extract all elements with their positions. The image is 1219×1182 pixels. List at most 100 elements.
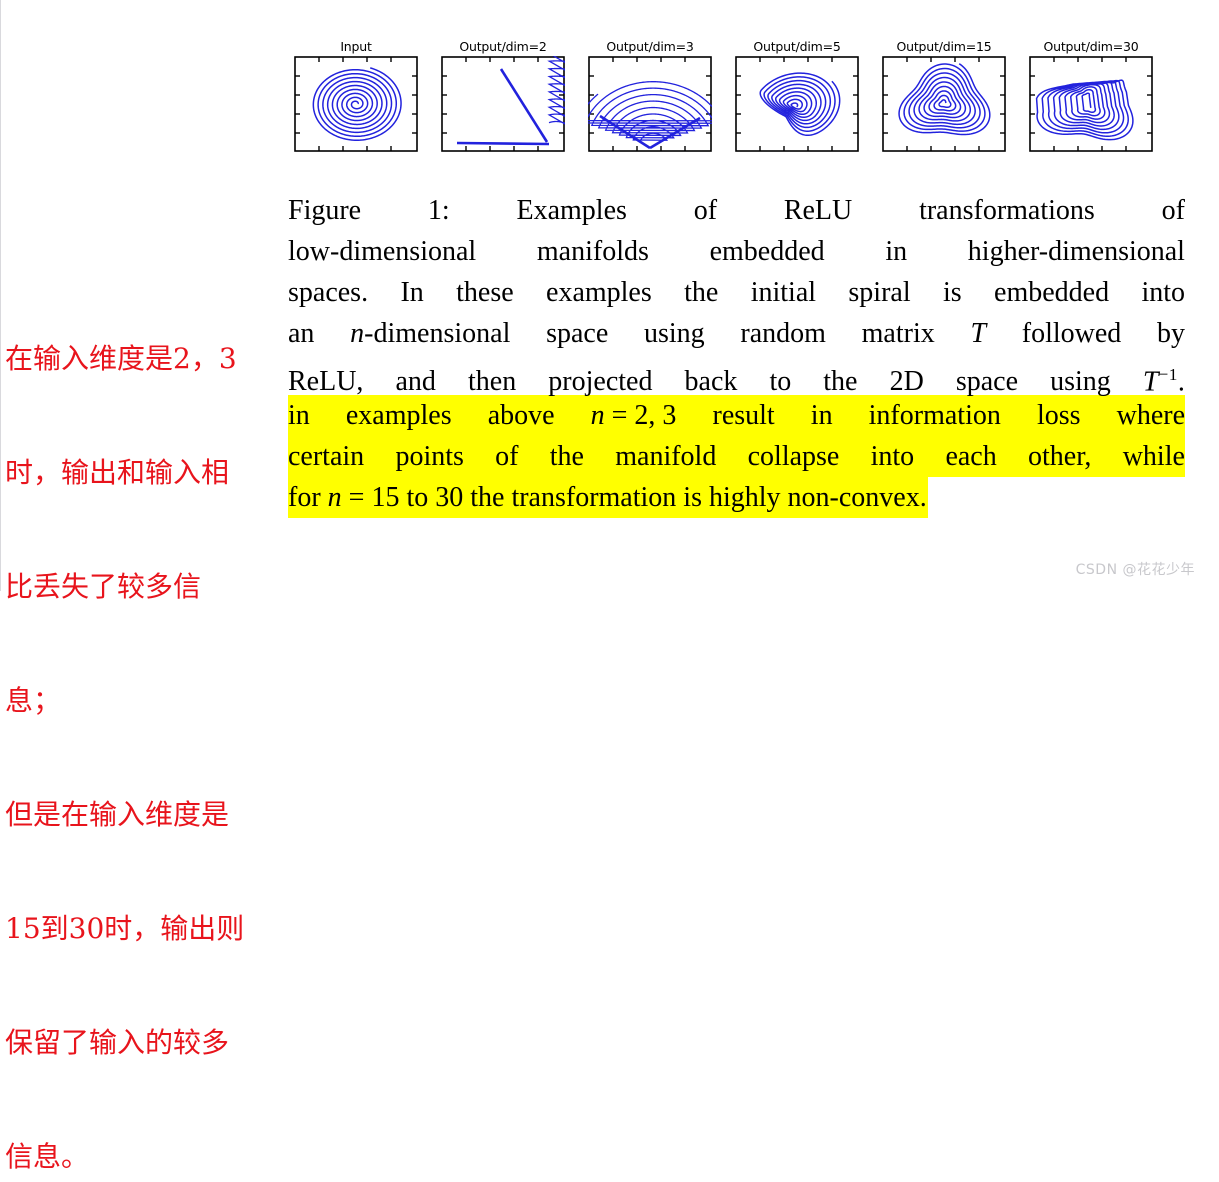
dim30-plot bbox=[1029, 56, 1153, 152]
panel-title-input: Input bbox=[340, 39, 372, 54]
caption-word-transformations: transformations bbox=[919, 195, 1095, 226]
math-symbol-T2: T bbox=[1142, 366, 1159, 398]
plot-area-dim2 bbox=[441, 56, 565, 152]
caption-word-in: in bbox=[885, 236, 908, 267]
caption-suffix-dimensional: -dimensional bbox=[364, 318, 511, 349]
figure-panel-dim3: Output/dim=3 bbox=[588, 40, 712, 158]
caption-word-initial: initial bbox=[750, 277, 817, 308]
caption-figure-number: 1: bbox=[427, 195, 450, 226]
math-symbol-n2: n bbox=[590, 400, 605, 431]
caption-word-higherdimensional: higher-dimensional bbox=[967, 236, 1185, 267]
math-exponent-minus-one: −1 bbox=[1158, 365, 1178, 384]
math-equals-sign2: = bbox=[348, 482, 365, 513]
caption-word-manifolds: manifolds bbox=[536, 236, 649, 267]
input-spiral-plot bbox=[294, 56, 418, 152]
caption-line-5: ReLU, and then projected back to the 2D … bbox=[288, 354, 1185, 398]
annotation-row-6: 15到30时，输出则 bbox=[5, 912, 245, 945]
plot-area-dim30 bbox=[1029, 56, 1153, 152]
annotation-row-8: 信息。 bbox=[5, 1140, 90, 1173]
caption-line-8-highlighted: for n = 15 to 30 the transformation is h… bbox=[288, 477, 928, 518]
caption-math-n-equals-15: n = 15 bbox=[328, 477, 400, 518]
panel-title-dim15: Output/dim=15 bbox=[896, 39, 992, 54]
caption-word-using: using bbox=[643, 318, 705, 349]
space3 bbox=[428, 477, 435, 518]
caption-figure-word: Figure bbox=[288, 195, 362, 226]
annotation-row-1: 在输入维度是2，3 bbox=[5, 342, 237, 375]
caption-word-where: where bbox=[1116, 400, 1185, 431]
caption-math-n-dimensional: n-dimensional bbox=[350, 313, 510, 354]
caption-word-the: the bbox=[684, 277, 719, 308]
caption-word-spiral: spiral bbox=[848, 277, 911, 308]
caption-word-these: these bbox=[456, 277, 514, 308]
math-values-2-3: 2, 3 bbox=[634, 400, 677, 431]
caption-word-random: random bbox=[740, 318, 826, 349]
math-value-15: 15 bbox=[371, 482, 400, 513]
caption-word-of2: of bbox=[1161, 195, 1185, 226]
caption-word-above: above bbox=[487, 400, 555, 431]
caption-word-to2: to bbox=[406, 482, 429, 513]
caption-word-embedded2: embedded bbox=[994, 277, 1110, 308]
caption-line-3: spaces. In these examples the initial sp… bbox=[288, 272, 1185, 313]
caption-word-each: each bbox=[945, 441, 997, 472]
annotation-row-5: 但是在输入维度是 bbox=[5, 798, 230, 831]
plot-area-input bbox=[294, 56, 418, 152]
caption-word-relu: ReLU bbox=[783, 195, 853, 226]
caption-line-7-highlighted: certain points of the manifold collapse … bbox=[288, 436, 1185, 477]
math-space2 bbox=[342, 482, 349, 513]
caption-word-space: space bbox=[546, 318, 609, 349]
caption-word-in-cap: In bbox=[400, 277, 424, 308]
caption-word-certain: certain bbox=[288, 441, 365, 472]
dim5-plot bbox=[735, 56, 859, 152]
space5 bbox=[504, 477, 511, 518]
annotation-row-2: 时，输出和输入相 bbox=[5, 456, 230, 489]
caption-value-30: 30 bbox=[435, 482, 464, 513]
figure-caption: Figure 1: Examples of ReLU transformatio… bbox=[288, 190, 1185, 518]
math-symbol-n: n bbox=[350, 318, 365, 349]
caption-line-1: Figure 1: Examples of ReLU transformatio… bbox=[288, 190, 1185, 231]
caption-word-other: other, bbox=[1028, 441, 1092, 472]
caption-word-is: is bbox=[942, 277, 962, 308]
annotation-row-3: 比丢失了较多信 bbox=[5, 570, 202, 603]
caption-word-transformation: transformation bbox=[511, 482, 677, 513]
math-symbol-T: T bbox=[970, 318, 987, 349]
math-equals-sign: = bbox=[611, 400, 628, 431]
plot-area-dim3 bbox=[588, 56, 712, 152]
caption-word-of: of bbox=[693, 195, 718, 226]
figure-panel-dim30: Output/dim=30 bbox=[1029, 40, 1153, 158]
figure-panel-dim15: Output/dim=15 bbox=[882, 40, 1006, 158]
dim3-plot bbox=[588, 56, 712, 152]
space8 bbox=[781, 477, 788, 518]
dim15-plot bbox=[882, 56, 1006, 152]
caption-word-lowdimensional: low-dimensional bbox=[288, 236, 477, 267]
plot-area-dim5 bbox=[735, 56, 859, 152]
figure-panel-dim5: Output/dim=5 bbox=[735, 40, 859, 158]
panel-title-dim3: Output/dim=3 bbox=[606, 39, 694, 54]
panel-title-dim2: Output/dim=2 bbox=[459, 39, 547, 54]
caption-word-the4: the bbox=[470, 482, 505, 513]
caption-word-is2: is bbox=[683, 482, 702, 513]
space4 bbox=[463, 477, 470, 518]
math-symbol-n3: n bbox=[327, 482, 342, 513]
document-page: Input Output/dim=2 Output/dim=3 Output/d… bbox=[0, 0, 1219, 1173]
caption-word-in2-hl: in bbox=[810, 400, 833, 431]
caption-line-2: low-dimensional manifolds embedded in hi… bbox=[288, 231, 1185, 272]
panel-title-dim30: Output/dim=30 bbox=[1043, 39, 1139, 54]
plot-area-dim15 bbox=[882, 56, 1006, 152]
caption-word-while: while bbox=[1122, 441, 1185, 472]
caption-word-collapse: collapse bbox=[747, 441, 840, 472]
caption-word-points: points bbox=[395, 441, 464, 472]
caption-word-information: information bbox=[868, 400, 1001, 431]
caption-word-embedded: embedded bbox=[709, 236, 825, 267]
caption-word-highly: highly bbox=[708, 482, 781, 513]
caption-word-of3: of bbox=[495, 441, 519, 472]
panel-title-dim5: Output/dim=5 bbox=[753, 39, 841, 54]
caption-word-by: by bbox=[1157, 318, 1185, 349]
caption-word-spaces: spaces. bbox=[288, 277, 369, 308]
caption-word-followed: followed bbox=[1021, 318, 1122, 349]
caption-word-manifold: manifold bbox=[615, 441, 717, 472]
space7 bbox=[702, 477, 709, 518]
caption-word-result: result bbox=[712, 400, 775, 431]
figure-panel-strip: Input Output/dim=2 Output/dim=3 Output/d… bbox=[294, 40, 1164, 158]
caption-word-examples2: examples bbox=[546, 277, 652, 308]
